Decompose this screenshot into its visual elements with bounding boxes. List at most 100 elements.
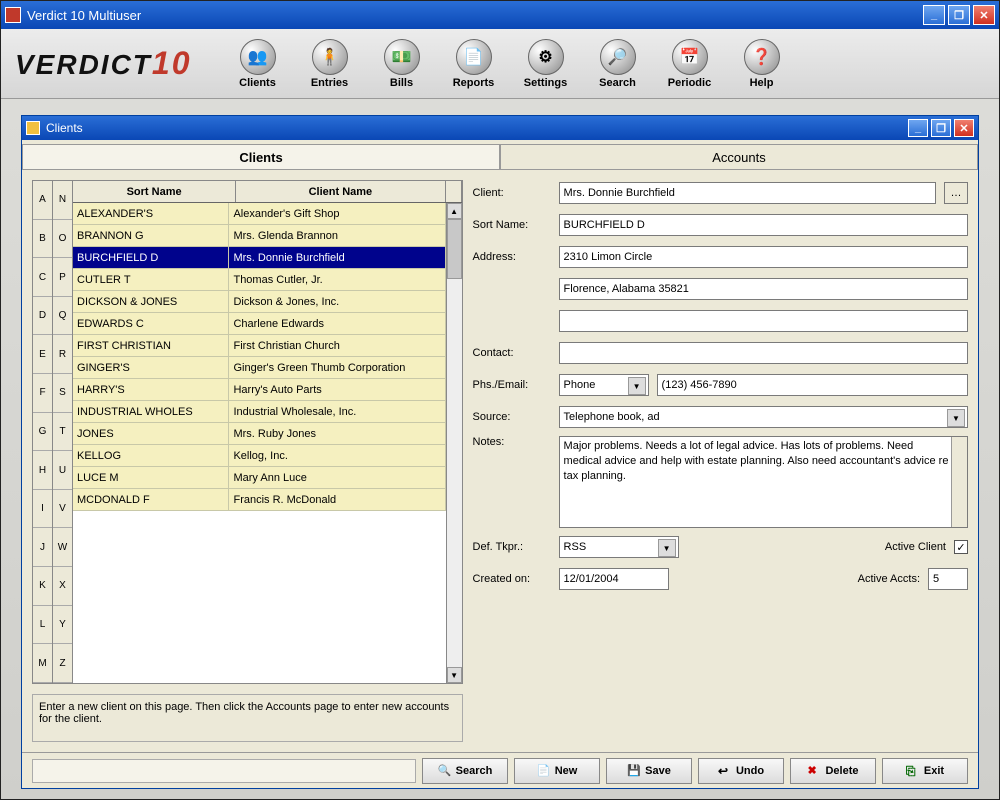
alpha-C[interactable]: C	[33, 258, 52, 297]
alpha-X[interactable]: X	[53, 567, 72, 606]
alpha-U[interactable]: U	[53, 451, 72, 490]
alpha-K[interactable]: K	[33, 567, 52, 606]
save-button[interactable]: Save	[606, 758, 692, 784]
input-address1[interactable]: 2310 Limon Circle	[559, 246, 968, 268]
logo-text: VERDICT	[15, 49, 152, 80]
table-row[interactable]: GINGER'SGinger's Green Thumb Corporation	[73, 357, 446, 379]
app-minimize-button[interactable]: _	[923, 5, 945, 25]
input-client[interactable]: Mrs. Donnie Burchfield	[559, 182, 936, 204]
child-minimize-button[interactable]: _	[908, 119, 928, 137]
select-phone-type-value: Phone	[564, 379, 596, 391]
app-maximize-button[interactable]: ❐	[948, 5, 970, 25]
scroll-track[interactable]	[447, 219, 462, 667]
alpha-A[interactable]: A	[33, 181, 52, 220]
exit-button[interactable]: Exit	[882, 758, 968, 784]
delete-button[interactable]: Delete	[790, 758, 876, 784]
search-button[interactable]: Search	[422, 758, 508, 784]
toolbar-clients[interactable]: 👥Clients	[222, 34, 294, 94]
search-icon: 🔎	[600, 39, 636, 75]
col-client-name[interactable]: Client Name	[236, 181, 445, 202]
alpha-index-left: ABCDEFGHIJKLM	[33, 181, 53, 683]
alpha-V[interactable]: V	[53, 490, 72, 529]
toolbar-reports[interactable]: 📄Reports	[438, 34, 510, 94]
alpha-T[interactable]: T	[53, 413, 72, 452]
toolbar-bills[interactable]: 💵Bills	[366, 34, 438, 94]
scroll-thumb[interactable]	[447, 219, 462, 279]
alpha-N[interactable]: N	[53, 181, 72, 220]
input-created[interactable]: 12/01/2004	[559, 568, 669, 590]
toolbar-entries[interactable]: 🧍Entries	[294, 34, 366, 94]
notes-scrollbar[interactable]	[951, 437, 967, 527]
table-row[interactable]: CUTLER TThomas Cutler, Jr.	[73, 269, 446, 291]
alpha-O[interactable]: O	[53, 220, 72, 259]
toolbar-settings[interactable]: ⚙Settings	[510, 34, 582, 94]
table-scrollbar[interactable]: ▲ ▼	[446, 203, 462, 683]
checkbox-active-client[interactable]: ✓	[954, 540, 968, 554]
alpha-S[interactable]: S	[53, 374, 72, 413]
table-row[interactable]: BRANNON GMrs. Glenda Brannon	[73, 225, 446, 247]
table-row[interactable]: LUCE MMary Ann Luce	[73, 467, 446, 489]
input-address2[interactable]: Florence, Alabama 35821	[559, 278, 968, 300]
table-row[interactable]: BURCHFIELD DMrs. Donnie Burchfield	[73, 247, 446, 269]
select-phone-type[interactable]: Phone	[559, 374, 649, 396]
input-active-accts[interactable]: 5	[928, 568, 968, 590]
alpha-E[interactable]: E	[33, 335, 52, 374]
alpha-B[interactable]: B	[33, 220, 52, 259]
exit-icon	[906, 764, 920, 778]
table-row[interactable]: INDUSTRIAL WHOLESIndustrial Wholesale, I…	[73, 401, 446, 423]
table-row[interactable]: KELLOGKellog, Inc.	[73, 445, 446, 467]
alpha-I[interactable]: I	[33, 490, 52, 529]
toolbar-help[interactable]: ❓Help	[726, 34, 798, 94]
col-sort-name[interactable]: Sort Name	[73, 181, 236, 202]
table-row[interactable]: EDWARDS CCharlene Edwards	[73, 313, 446, 335]
alpha-P[interactable]: P	[53, 258, 72, 297]
alpha-Z[interactable]: Z	[53, 644, 72, 683]
scroll-down-button[interactable]: ▼	[447, 667, 462, 683]
alpha-Q[interactable]: Q	[53, 297, 72, 336]
textarea-notes[interactable]: Major problems. Needs a lot of legal adv…	[559, 436, 968, 528]
input-address3[interactable]	[559, 310, 968, 332]
table-row[interactable]: DICKSON & JONESDickson & Jones, Inc.	[73, 291, 446, 313]
alpha-L[interactable]: L	[33, 606, 52, 645]
child-maximize-button[interactable]: ❐	[931, 119, 951, 137]
input-contact[interactable]	[559, 342, 968, 364]
alpha-G[interactable]: G	[33, 413, 52, 452]
alpha-J[interactable]: J	[33, 528, 52, 567]
app-close-button[interactable]: ✕	[973, 5, 995, 25]
new-button[interactable]: New	[514, 758, 600, 784]
alpha-Y[interactable]: Y	[53, 606, 72, 645]
alpha-H[interactable]: H	[33, 451, 52, 490]
alpha-D[interactable]: D	[33, 297, 52, 336]
app-titlebar: Verdict 10 Multiuser _ ❐ ✕	[1, 1, 999, 29]
label-deftkpr: Def. Tkpr.:	[473, 541, 551, 553]
logo: VERDICT10	[15, 45, 192, 82]
undo-button[interactable]: Undo	[698, 758, 784, 784]
table-row[interactable]: MCDONALD FFrancis R. McDonald	[73, 489, 446, 511]
toolbar-search[interactable]: 🔎Search	[582, 34, 654, 94]
alpha-W[interactable]: W	[53, 528, 72, 567]
scroll-up-button[interactable]: ▲	[447, 203, 462, 219]
table-row[interactable]: HARRY'SHarry's Auto Parts	[73, 379, 446, 401]
select-deftkpr[interactable]: RSS	[559, 536, 679, 558]
main-split: ABCDEFGHIJKLM NOPQRSTUVWXYZ Sort Name Cl…	[22, 170, 978, 752]
tab-accounts[interactable]: Accounts	[500, 144, 978, 169]
table-row[interactable]: ALEXANDER'SAlexander's Gift Shop	[73, 203, 446, 225]
mdi-client-area: Clients _ ❐ ✕ Clients Accounts ABCDEFGHI…	[1, 99, 999, 799]
table-row[interactable]: FIRST CHRISTIANFirst Christian Church	[73, 335, 446, 357]
table-row[interactable]: JONESMrs. Ruby Jones	[73, 423, 446, 445]
alpha-R[interactable]: R	[53, 335, 72, 374]
input-sortname[interactable]: BURCHFIELD D	[559, 214, 968, 236]
alpha-M[interactable]: M	[33, 644, 52, 683]
tab-clients[interactable]: Clients	[22, 144, 500, 169]
toolbar-periodic[interactable]: 📅Periodic	[654, 34, 726, 94]
save-label: Save	[645, 765, 671, 777]
settings-icon: ⚙	[528, 39, 564, 75]
table-body[interactable]: ALEXANDER'SAlexander's Gift ShopBRANNON …	[73, 203, 446, 683]
action-bar: Search New Save Undo Delete Exit	[22, 752, 978, 788]
client-lookup-button[interactable]: …	[944, 182, 968, 204]
input-phone[interactable]: (123) 456-7890	[657, 374, 968, 396]
child-close-button[interactable]: ✕	[954, 119, 974, 137]
table-header: Sort Name Client Name	[73, 181, 462, 203]
alpha-F[interactable]: F	[33, 374, 52, 413]
select-source[interactable]: Telephone book, ad	[559, 406, 968, 428]
